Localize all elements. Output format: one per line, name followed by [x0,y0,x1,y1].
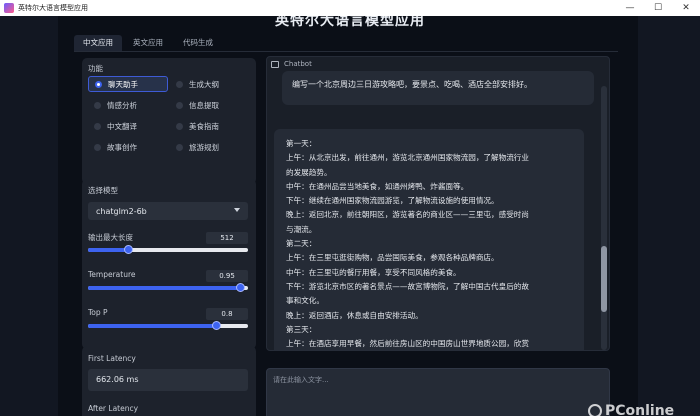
window-title: 英特尔大语言模型应用 [18,4,88,12]
radio-label: 故事创作 [107,142,137,152]
tab-bar: 中文应用 英文应用 代码生成 [74,35,222,51]
chevron-down-icon [234,208,240,212]
tab-chinese-app[interactable]: 中文应用 [74,35,122,51]
radio-dot-icon [94,143,101,151]
slider-thumb[interactable] [212,321,221,330]
bot-message-line: 晚上：返回北京，前往朝阳区，游览著名的商业区——三里屯，感受时尚 [286,210,529,220]
radio-label: 聊天助手 [108,79,138,89]
bot-message-line: 上午：在酒店享用早餐，然后前往房山区的中国房山世界地质公园，欣赏 [286,339,529,349]
latency-panel: First Latency 662.06 ms After Latency [82,346,256,416]
radio-travel-planning[interactable]: 旅游规划 [170,139,250,155]
radio-label: 中文翻译 [107,121,137,131]
radio-dot-icon [176,80,183,88]
radio-dot-icon [176,101,183,109]
user-message: 编写一个北京周边三日游攻略吧，要景点、吃喝、酒店全部安排好。 [282,71,594,105]
bot-message-line: 的发展趋势。 [286,167,332,177]
watermark: PConline [588,403,674,416]
slider-fill [88,248,128,252]
bot-message: 第一天： 上午：从北京出发，前往通州，游览北京通州国家物流园，了解物流行业 的发展趋… [274,129,584,350]
bot-message-line: 下午：继续在通州国家物流园游览，了解物流设施的使用情况。 [286,196,499,206]
radio-label: 美食指南 [189,121,219,131]
temperature-slider[interactable] [88,283,248,292]
radio-dot-icon [176,122,183,130]
tab-english-app[interactable]: 英文应用 [124,35,172,51]
bot-message-line: 第一天： [286,139,317,148]
left-margin [0,16,58,416]
radio-generate-outline[interactable]: 生成大纲 [170,76,250,92]
top-p-label: Top P [88,308,108,317]
app-logo-icon [4,3,14,13]
maximize-icon[interactable]: ☐ [644,0,672,16]
bot-message-line: 下午：游览北京市区的著名景点——故宫博物院，了解中国古代皇后的故 [286,281,529,291]
top-p-value[interactable]: 0.8 [206,308,248,320]
top-p-slider[interactable] [88,321,248,330]
function-radio-group: 聊天助手 生成大纲 情感分析 信息提取 中文翻译 美食指南 故事创作 旅游规划 [88,76,250,155]
page-title: 英特尔大语言模型应用 [275,16,425,29]
max-length-value[interactable]: 512 [206,232,248,244]
tab-code-generation[interactable]: 代码生成 [174,35,222,51]
bot-message-line: 第二天： [286,239,317,249]
watermark-text: PConline [605,403,675,416]
radio-chinese-translation[interactable]: 中文翻译 [88,118,168,134]
minimize-icon[interactable]: — [616,0,644,16]
chatbot-label: Chatbot [271,60,312,68]
model-settings-panel: 选择模型 chatglm2-6b 输出最大长度 512 Temperature … [82,179,256,349]
radio-chat-assistant[interactable]: 聊天助手 [88,76,168,92]
radio-dot-icon [176,143,183,151]
chat-icon [271,60,279,68]
slider-thumb[interactable] [124,245,133,254]
radio-dot-icon [94,101,101,109]
slider-fill [88,286,240,290]
window-titlebar: 英特尔大语言模型应用 — ☐ ✕ [0,0,700,16]
radio-dot-icon [94,122,101,130]
radio-label: 生成大纲 [189,79,219,89]
temperature-label: Temperature [88,270,136,279]
tab-divider [74,51,618,52]
radio-dot-icon [95,80,102,88]
radio-label: 信息提取 [189,100,219,110]
radio-sentiment-analysis[interactable]: 情感分析 [88,97,168,113]
bot-message-line: 上午：在三里屯逛街购物，品尝国际美食，参观各种品牌商店。 [286,253,499,263]
model-select[interactable]: chatglm2-6b [88,202,248,220]
bot-message-line: 与潮流。 [286,224,317,234]
slider-fill [88,324,216,328]
right-margin [638,16,700,416]
model-label: 选择模型 [88,186,118,195]
radio-label: 旅游规划 [189,142,219,152]
radio-story-writing[interactable]: 故事创作 [88,139,168,155]
first-latency-label: First Latency [88,354,136,363]
first-latency-value: 662.06 ms [88,369,248,391]
bot-message-line: 中午：在三里屯的餐厅用餐，享受不同风格的美食。 [286,267,461,277]
bot-message-line: 事和文化。 [286,296,324,306]
radio-label: 情感分析 [107,100,137,110]
max-length-label: 输出最大长度 [88,233,133,242]
bot-message-line: 上午：从北京出发，前往通州，游览北京通州国家物流园，了解物流行业 [286,153,529,163]
bot-message-line: 中午：在通州品尝当地美食，如通州烤鸭、炸酱面等。 [286,181,469,191]
scrollbar-thumb[interactable] [601,246,607,312]
function-label: 功能 [88,64,103,73]
bot-message-line: 第三天： [286,324,317,334]
bot-message-line: 晚上：返回酒店，休息或自由安排活动。 [286,310,423,320]
watermark-logo-icon [588,404,602,416]
after-latency-label: After Latency [88,404,139,413]
chatbot-label-text: Chatbot [284,60,312,68]
chat-scrollbar[interactable] [601,86,607,350]
temperature-value[interactable]: 0.95 [206,270,248,282]
app-page: 英特尔大语言模型应用 中文应用 英文应用 代码生成 功能 聊天助手 生成大纲 情… [0,16,700,416]
model-select-value: chatglm2-6b [96,206,147,216]
function-panel: 功能 聊天助手 生成大纲 情感分析 信息提取 中文翻译 美食指南 故事创作 旅游… [82,58,256,184]
message-input[interactable] [266,368,610,416]
radio-food-guide[interactable]: 美食指南 [170,118,250,134]
window-controls: — ☐ ✕ [616,0,700,16]
radio-information-extraction[interactable]: 信息提取 [170,97,250,113]
slider-thumb[interactable] [236,283,245,292]
max-length-slider[interactable] [88,245,248,254]
chatbot-panel: Chatbot 编写一个北京周边三日游攻略吧，要景点、吃喝、酒店全部安排好。 第… [266,56,610,351]
close-icon[interactable]: ✕ [672,0,700,16]
